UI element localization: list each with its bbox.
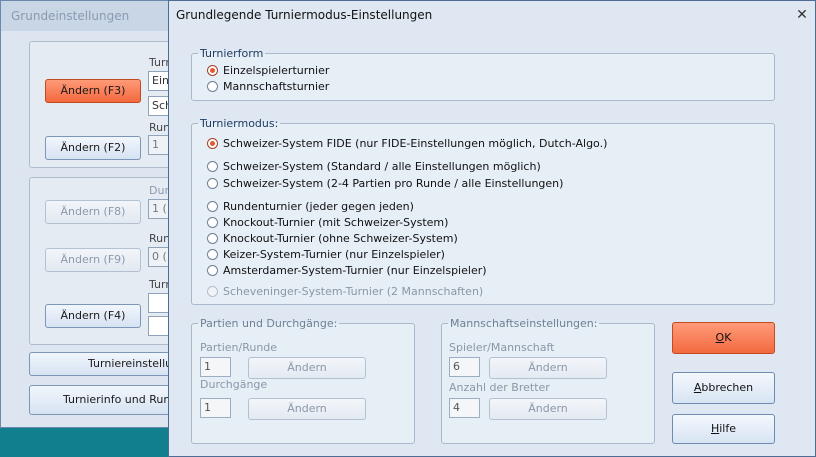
partien-legend: Partien und Durchgänge: xyxy=(200,317,338,330)
bg-field-7[interactable] xyxy=(148,316,170,336)
background-window-title: Grundeinstellungen xyxy=(1,1,177,31)
radio-indicator[interactable] xyxy=(207,137,218,149)
ok-hotkey: O xyxy=(715,331,725,344)
radio-label: Schweizer-System FIDE (nur FIDE-Einstell… xyxy=(223,136,608,150)
bg-field-4[interactable]: 1 ( xyxy=(148,199,170,219)
cancel-label: bbrechen xyxy=(701,381,754,394)
radio-indicator[interactable] xyxy=(207,216,218,228)
bg-field-5[interactable]: 0 ( xyxy=(148,247,170,267)
dialog-titlebar: Grundlegende Turniermodus-Einstellungen … xyxy=(169,1,815,31)
radio-indicator[interactable] xyxy=(207,64,218,76)
boards-change-button[interactable]: Ändern xyxy=(489,398,607,420)
rounds-field[interactable]: 1 xyxy=(200,398,231,418)
bg-label-run-1: Run xyxy=(149,121,171,134)
radio-indicator[interactable] xyxy=(207,232,218,244)
rounds-label: Durchgänge xyxy=(200,378,268,391)
radio-label: Scheveninger-System-Turnier (2 Mannschaf… xyxy=(223,284,484,298)
radio-label: Keizer-System-Turnier (nur Einzelspieler… xyxy=(223,247,445,261)
radio-schweizer-fide[interactable]: Schweizer-System FIDE (nur FIDE-Einstell… xyxy=(207,135,607,151)
radio-label: Einzelspielerturnier xyxy=(223,63,330,77)
turniermodus-dialog: Grundlegende Turniermodus-Einstellungen … xyxy=(168,0,816,457)
bg-label-dur: Dur xyxy=(149,184,169,197)
radio-mannschaftsturnier[interactable]: Mannschaftsturnier xyxy=(207,78,329,94)
radio-indicator[interactable] xyxy=(207,248,218,260)
ok-button[interactable]: OK xyxy=(672,322,775,354)
radio-label: Mannschaftsturnier xyxy=(223,79,330,93)
bg-field-6[interactable] xyxy=(148,293,170,313)
radio-scheveninger[interactable]: Scheveninger-System-Turnier (2 Mannschaf… xyxy=(207,283,483,299)
radio-knockout-ohne[interactable]: Knockout-Turnier (ohne Schweizer-System) xyxy=(207,230,458,246)
games-per-round-change-button[interactable]: Ändern xyxy=(248,357,366,379)
mannschaft-legend: Mannschaftseinstellungen: xyxy=(450,317,598,330)
players-change-button[interactable]: Ändern xyxy=(489,357,607,379)
radio-indicator[interactable] xyxy=(207,177,218,189)
cancel-button[interactable]: Abbrechen xyxy=(672,372,775,404)
bg-tournament-info-button[interactable]: Turnierinfo und Run xyxy=(29,385,179,415)
radio-knockout-mit[interactable]: Knockout-Turnier (mit Schweizer-System) xyxy=(207,214,448,230)
bg-change-f3-button[interactable]: Ändern (F3) xyxy=(45,79,141,103)
radio-indicator[interactable] xyxy=(207,80,218,92)
games-per-round-label: Partien/Runde xyxy=(200,341,278,354)
rounds-change-button[interactable]: Ändern xyxy=(248,398,366,420)
players-per-team-label: Spieler/Mannschaft xyxy=(449,341,555,354)
radio-amsterdamer[interactable]: Amsterdamer-System-Turnier (nur Einzelsp… xyxy=(207,262,487,278)
bg-label-run-2: Run xyxy=(149,232,171,245)
radio-label: Amsterdamer-System-Turnier (nur Einzelsp… xyxy=(223,263,487,277)
bg-change-f4-button[interactable]: Ändern (F4) xyxy=(45,304,141,328)
radio-indicator[interactable] xyxy=(207,160,218,172)
background-window: Grundeinstellungen Ändern (F3) Ändern (F… xyxy=(0,0,182,428)
help-label: ilfe xyxy=(719,422,737,435)
boards-label: Anzahl der Bretter xyxy=(449,381,550,394)
games-per-round-field[interactable]: 1 xyxy=(200,357,231,377)
radio-schweizer-2-4[interactable]: Schweizer-System (2-4 Partien pro Runde … xyxy=(207,175,563,191)
radio-label: Schweizer-System (2-4 Partien pro Runde … xyxy=(223,176,564,190)
radio-indicator[interactable] xyxy=(207,264,218,276)
radio-schweizer-standard[interactable]: Schweizer-System (Standard / alle Einste… xyxy=(207,158,541,174)
radio-label: Knockout-Turnier (ohne Schweizer-System) xyxy=(223,231,458,245)
bg-field-3[interactable]: 1 xyxy=(148,135,170,155)
bg-change-f9-button[interactable]: Ändern (F9) xyxy=(45,248,141,272)
bg-change-f8-button[interactable]: Ändern (F8) xyxy=(45,200,141,224)
radio-einzelspielerturnier[interactable]: Einzelspielerturnier xyxy=(207,62,329,78)
turniermodus-legend: Turniermodus: xyxy=(200,117,279,130)
players-per-team-field[interactable]: 6 xyxy=(449,357,480,377)
turnierform-legend: Turnierform xyxy=(200,47,264,60)
radio-indicator[interactable] xyxy=(207,200,218,212)
radio-rundenturnier[interactable]: Rundenturnier (jeder gegen jeden) xyxy=(207,198,414,214)
boards-field[interactable]: 4 xyxy=(449,398,480,418)
radio-indicator[interactable] xyxy=(207,285,218,297)
bg-field-2[interactable]: Schw xyxy=(148,96,170,116)
close-icon[interactable]: ✕ xyxy=(792,5,812,25)
bg-field-1[interactable]: Einz xyxy=(148,71,170,91)
bg-tournament-settings-button[interactable]: Turniereinstellu xyxy=(29,352,179,376)
radio-label: Knockout-Turnier (mit Schweizer-System) xyxy=(223,215,449,229)
ok-label: K xyxy=(724,331,732,344)
dialog-title: Grundlegende Turniermodus-Einstellungen xyxy=(176,8,433,22)
radio-label: Rundenturnier (jeder gegen jeden) xyxy=(223,199,414,213)
bg-change-f2-button[interactable]: Ändern (F2) xyxy=(45,136,141,160)
help-button[interactable]: Hilfe xyxy=(672,414,775,444)
radio-label: Schweizer-System (Standard / alle Einste… xyxy=(223,159,541,173)
radio-keizer[interactable]: Keizer-System-Turnier (nur Einzelspieler… xyxy=(207,246,445,262)
help-hotkey: H xyxy=(710,422,720,435)
